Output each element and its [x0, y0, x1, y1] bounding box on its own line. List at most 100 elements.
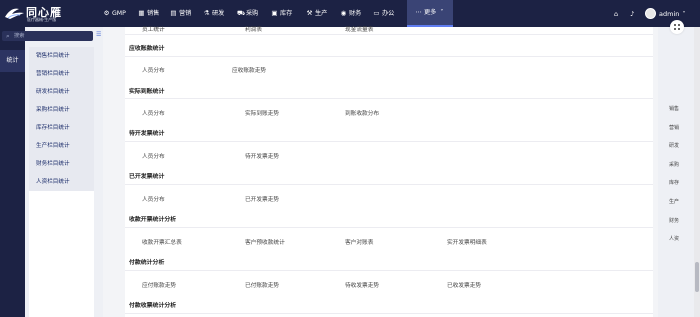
nav-item-gmp[interactable]: ⚙ GMP	[103, 0, 126, 27]
more-dots-icon: ⋯	[415, 8, 422, 16]
anchor-finance[interactable]: 财务	[660, 212, 694, 231]
submenu-item-hr[interactable]: 人资栏目统计	[29, 173, 94, 191]
nav-label: 研发	[212, 10, 225, 17]
rd-icon: ⚗	[203, 9, 210, 17]
anchor-purchase[interactable]: 采购	[660, 156, 694, 175]
sidebar-modules: 统计	[0, 27, 25, 317]
report-link[interactable]: 已开发票走势	[245, 194, 279, 203]
divider	[125, 184, 653, 185]
divider	[125, 56, 653, 57]
anchor-rd[interactable]: 研发	[660, 137, 694, 156]
nav-item-more[interactable]: ⋯ 更多 ˅	[407, 0, 454, 27]
nav-item-finance[interactable]: ◉ 财务	[340, 0, 362, 27]
report-link[interactable]: 现金流量表	[345, 24, 373, 33]
more-menu-icon[interactable]	[670, 20, 684, 34]
report-link[interactable]: 应付账款走势	[142, 280, 176, 289]
anchor-nav: 销售 营销 研发 采购 库存 生产 财务 人资	[660, 100, 694, 249]
divider	[125, 34, 653, 35]
main-content: 员工统计 利润表 现金流量表 应收账款统计 人员分布 应收账款走势 实际到账统计…	[103, 27, 658, 317]
submenu-item-sales[interactable]: 销售栏目统计	[29, 47, 94, 65]
section-title: 应收账款统计	[129, 46, 165, 52]
bell-icon[interactable]: ♪	[630, 0, 634, 27]
divider	[125, 98, 653, 99]
avatar	[645, 8, 656, 19]
purchase-icon: ⛟	[237, 9, 246, 17]
nav-label: 销售	[147, 10, 160, 17]
report-panel: 员工统计 利润表 现金流量表 应收账款统计 人员分布 应收账款走势 实际到账统计…	[125, 27, 653, 317]
anchor-inventory[interactable]: 库存	[660, 174, 694, 193]
nav-item-production[interactable]: ⚒ 生产	[306, 0, 328, 27]
report-link[interactable]: 员工统计	[142, 24, 165, 33]
divider	[125, 141, 653, 142]
logo-subtitle: 医疗器械·生产版	[27, 17, 57, 22]
nav-label: GMP	[112, 10, 126, 17]
report-link[interactable]: 待开发票走势	[245, 151, 279, 160]
app-logo[interactable]: 同心雁 医疗器械·生产版	[4, 3, 90, 23]
anchor-hr[interactable]: 人资	[660, 230, 694, 249]
office-icon: ▭	[373, 9, 380, 17]
nav-label: 财务	[349, 10, 362, 17]
marketing-icon: ▤	[170, 9, 177, 17]
nav-label: 办公	[382, 10, 395, 17]
report-link[interactable]: 人员分布	[142, 65, 165, 74]
report-link[interactable]: 实际到账走势	[245, 108, 279, 117]
home-icon[interactable]: ⌂	[614, 0, 618, 27]
logo-mark-icon	[5, 8, 24, 19]
report-link[interactable]: 已收发票走势	[447, 280, 481, 289]
report-link[interactable]: 利润表	[245, 24, 262, 33]
report-link[interactable]: 人员分布	[142, 194, 165, 203]
nav-item-marketing[interactable]: ▤ 营销	[170, 0, 191, 27]
report-link[interactable]: 待收发票走势	[345, 280, 379, 289]
chevron-down-icon: ˅	[440, 8, 444, 16]
report-link[interactable]: 应收账款走势	[232, 65, 266, 74]
report-link[interactable]: 客户对账表	[345, 237, 373, 246]
report-link[interactable]: 人员分布	[142, 108, 165, 117]
anchor-production[interactable]: 生产	[660, 193, 694, 212]
submenu-item-purchase[interactable]: 采购栏目统计	[29, 101, 94, 119]
sales-icon: ▦	[138, 9, 145, 17]
finance-icon: ◉	[340, 9, 347, 17]
search-icon: ⌕	[6, 32, 10, 40]
nav-item-purchase[interactable]: ⛟ 采购	[237, 0, 258, 27]
submenu-item-rd[interactable]: 研发栏目统计	[29, 83, 94, 101]
submenu-item-marketing[interactable]: 营销栏目统计	[29, 65, 94, 83]
section-title: 付款统计分析	[129, 260, 165, 266]
user-name: admin	[659, 9, 680, 18]
nav-item-rd[interactable]: ⚗ 研发	[203, 0, 225, 27]
divider	[125, 270, 653, 271]
report-link[interactable]: 人员分布	[142, 151, 165, 160]
vertical-scrollbar[interactable]	[694, 27, 700, 317]
collapse-sidebar-icon[interactable]: ☰	[96, 31, 101, 38]
report-link[interactable]: 收款开票汇总表	[142, 237, 182, 246]
gmp-icon: ⚙	[103, 9, 110, 17]
submenu-item-finance[interactable]: 财务栏目统计	[29, 155, 94, 173]
report-link[interactable]: 客户预收款统计	[245, 237, 285, 246]
section-title: 收款开票统计分析	[129, 217, 177, 223]
nav-item-inventory[interactable]: ▣ 库存	[271, 0, 292, 27]
top-nav-bar: 同心雁 医疗器械·生产版 ⚙ GMP ▦ 销售 ▤ 营销 ⚗ 研发 ⛟ 采购 ▣ 库存 ⚒ 生…	[0, 0, 700, 27]
submenu-item-inventory[interactable]: 库存栏目统计	[29, 119, 94, 137]
nav-label: 采购	[246, 10, 259, 17]
divider	[125, 227, 653, 228]
report-link[interactable]: 到账收款分布	[345, 108, 379, 117]
section-title: 待开发票统计	[129, 131, 165, 137]
nav-label: 更多	[424, 9, 437, 16]
anchor-marketing[interactable]: 营销	[660, 119, 694, 138]
nav-item-sales[interactable]: ▦ 销售	[138, 0, 159, 27]
report-link[interactable]: 实开发票明细表	[447, 237, 487, 246]
search-box[interactable]: ⌕	[2, 31, 93, 41]
anchor-sales[interactable]: 销售	[660, 100, 694, 119]
report-link[interactable]: 已付账款走势	[245, 280, 279, 289]
inventory-icon: ▣	[271, 9, 278, 17]
section-title: 已开发票统计	[129, 174, 165, 180]
chevron-down-icon: ˅	[682, 9, 686, 18]
nav-label: 营销	[179, 10, 192, 17]
sidebar-item-statistics[interactable]: 统计	[0, 50, 25, 72]
submenu-item-production[interactable]: 生产栏目统计	[29, 137, 94, 155]
sidebar-submenu: 销售栏目统计 营销栏目统计 研发栏目统计 采购栏目统计 库存栏目统计 生产栏目统…	[29, 47, 94, 317]
production-icon: ⚒	[306, 9, 313, 17]
scrollbar-thumb[interactable]	[695, 262, 699, 292]
nav-item-office[interactable]: ▭ 办公	[373, 0, 394, 27]
nav-label: 生产	[315, 10, 328, 17]
search-input[interactable]	[14, 32, 90, 40]
